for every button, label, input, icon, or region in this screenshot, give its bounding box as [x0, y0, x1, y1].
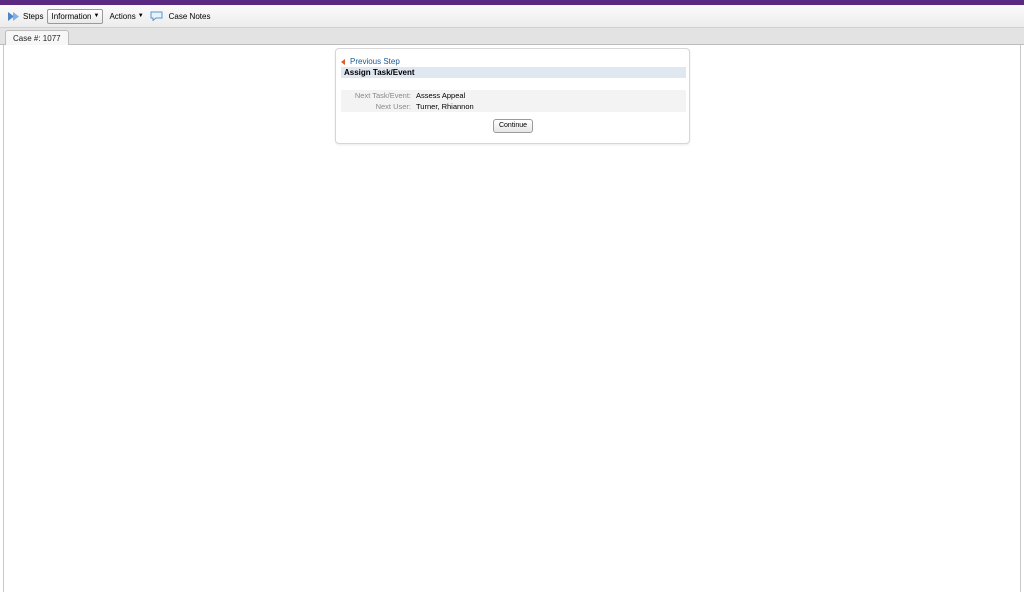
arrow-left-icon — [341, 58, 345, 65]
steps-label: Steps — [23, 11, 44, 21]
information-dropdown[interactable]: Information ▼ — [47, 8, 104, 24]
actions-dropdown[interactable]: Actions ▼ — [109, 12, 143, 21]
section-title: Assign Task/Event — [341, 67, 686, 78]
field-label: Next Task/Event: — [354, 91, 411, 100]
field-list: Next Task/Event: Assess Appeal Next User… — [341, 90, 686, 112]
field-row-next-task: Next Task/Event: Assess Appeal — [341, 90, 686, 101]
chevron-down-icon: ▼ — [137, 13, 144, 19]
information-label: Information — [51, 11, 92, 21]
steps-icon — [8, 11, 20, 21]
case-notes-button[interactable]: Case Notes — [150, 11, 211, 21]
continue-button[interactable]: Continue — [493, 119, 533, 133]
previous-step-label: Previous Step — [350, 57, 400, 66]
speech-bubble-icon — [150, 11, 163, 21]
case-notes-label: Case Notes — [168, 11, 211, 21]
field-label: Next User: — [375, 102, 411, 111]
field-row-next-user: Next User: Turner, Rhiannon — [341, 101, 686, 112]
field-value: Assess Appeal — [416, 91, 466, 100]
tab-case[interactable]: Case #: 1077 — [5, 30, 69, 46]
assign-task-panel: Previous Step Assign Task/Event Next Tas… — [335, 48, 690, 144]
tab-strip: Case #: 1077 — [0, 28, 1024, 46]
steps-button[interactable]: Steps — [8, 11, 44, 21]
field-value: Turner, Rhiannon — [416, 102, 474, 111]
chevron-down-icon: ▼ — [93, 13, 100, 19]
toolbar: Steps Information ▼ Actions ▼ Case Notes — [0, 5, 1024, 28]
actions-label: Actions — [109, 11, 136, 21]
previous-step-link[interactable]: Previous Step — [341, 57, 400, 66]
